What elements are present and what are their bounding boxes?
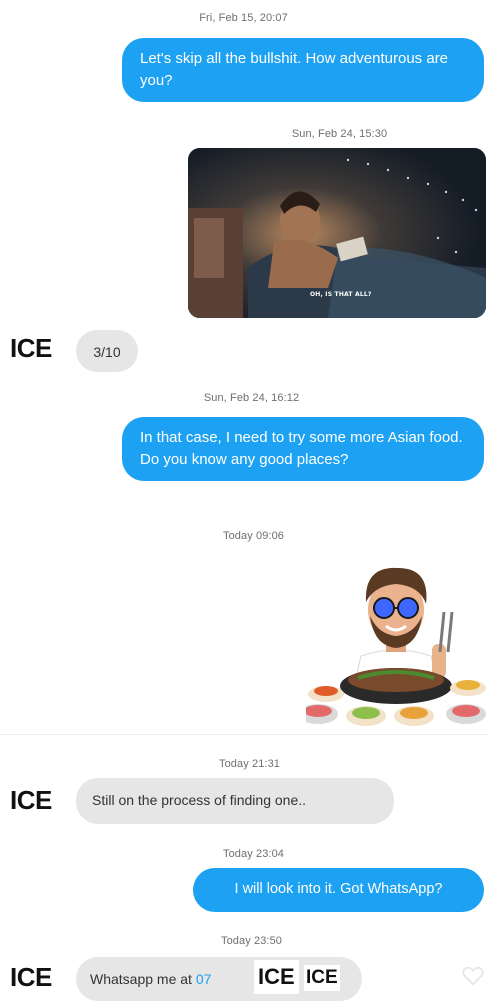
timestamp: Fri, Feb 15, 20:07: [199, 12, 288, 24]
message-text: I will look into it. Got WhatsApp?: [234, 881, 443, 897]
phone-number-link[interactable]: 07: [196, 971, 212, 987]
timestamp: Sun, Feb 24, 16:12: [203, 392, 300, 404]
outgoing-message[interactable]: In that case, I need to try some more As…: [122, 417, 484, 481]
sender-name: ICE: [10, 785, 52, 815]
incoming-message[interactable]: 3/10: [76, 330, 138, 372]
bitmoji-sticker[interactable]: [298, 556, 486, 732]
message-text: Still on the process of finding one..: [92, 792, 307, 808]
screenshot-divider: [0, 734, 487, 743]
timestamp: Today 21:31: [218, 758, 281, 770]
timestamp: Sun, Feb 24, 15:30: [291, 128, 388, 140]
timestamp: Today 23:50: [220, 935, 283, 947]
redaction-label: ICE: [304, 965, 340, 991]
timestamp: Today 09:06: [222, 530, 285, 542]
gif-message[interactable]: OH, IS THAT ALL?: [188, 148, 486, 318]
sender-name: ICE: [10, 962, 52, 992]
outgoing-message[interactable]: Let's skip all the bullshit. How adventu…: [122, 38, 484, 102]
message-text: In that case, I need to try some more As…: [140, 429, 463, 468]
redaction-label: ICE: [254, 960, 299, 994]
sender-name: ICE: [10, 333, 52, 363]
gif-caption: OH, IS THAT ALL?: [310, 291, 372, 298]
heart-icon[interactable]: [462, 966, 484, 986]
message-text: Whatsapp me at: [90, 971, 196, 987]
outgoing-message[interactable]: I will look into it. Got WhatsApp?: [193, 868, 484, 912]
incoming-message[interactable]: Still on the process of finding one..: [76, 778, 394, 824]
message-text: 3/10: [93, 344, 121, 360]
message-text: Let's skip all the bullshit. How adventu…: [140, 50, 449, 89]
bitmoji-image: [298, 567, 486, 726]
timestamp: Today 23:04: [222, 848, 285, 860]
